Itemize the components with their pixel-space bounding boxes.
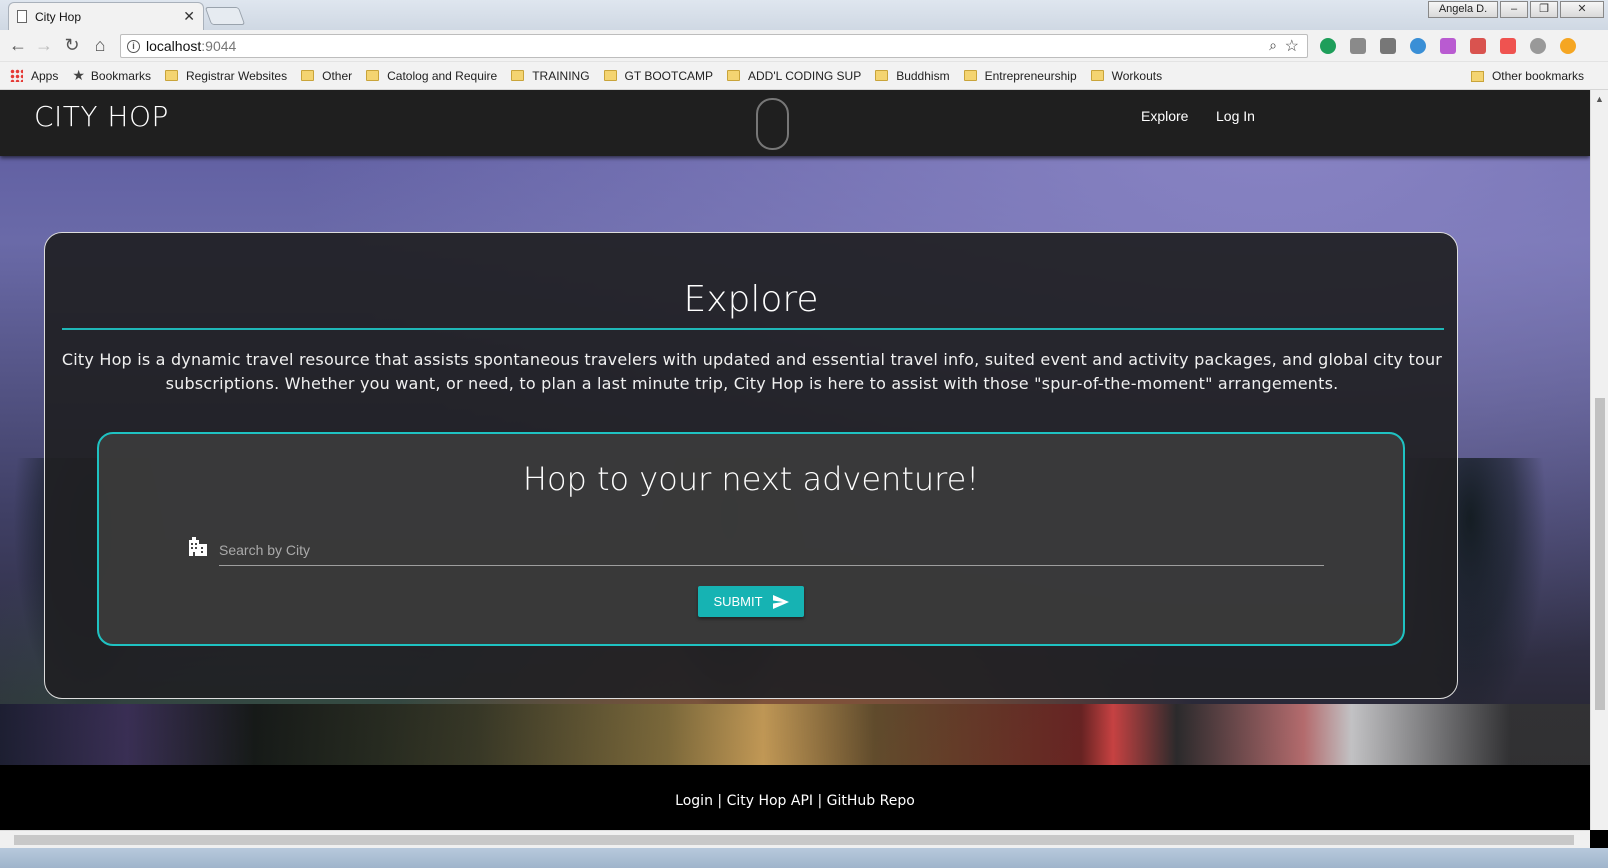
folder-icon [603,70,617,81]
extension-shop-icon[interactable] [1440,38,1456,54]
background-city-lights [0,704,1590,774]
alert-icon[interactable] [1560,38,1576,54]
title-divider [62,328,1444,330]
bookmark-folder[interactable]: Other [301,69,352,83]
search-title: Hop to your next adventure! [522,460,980,498]
star-icon: ★ [72,67,85,83]
search-card: Hop to your next adventure! SUBMIT [97,432,1405,646]
tab-title: City Hop [35,9,82,24]
bookmark-folder[interactable]: Catolog and Require [366,69,497,83]
footer-separator: | [712,793,727,809]
extension-green-icon[interactable] [1320,38,1336,54]
browser-toolbar: ← → ↻ ⌂ i localhost:9044 ⌕ ☆ [0,30,1608,62]
bookmarks-bar: Apps ★ Bookmarks Registrar Websites Other… [0,62,1608,90]
city-search-input[interactable] [219,535,1324,566]
submit-button[interactable]: SUBMIT [698,586,804,617]
maximize-button[interactable]: ❐ [1530,1,1558,18]
building-icon [189,537,207,556]
footer-separator: | [813,793,827,809]
explore-card: Explore City Hop is a dynamic travel res… [44,232,1458,699]
explore-title: Explore [683,279,819,320]
minimize-button[interactable]: – [1500,1,1528,18]
bookmark-folder[interactable]: Registrar Websites [164,69,287,83]
profile-button[interactable]: Angela D. [1428,1,1498,18]
folder-icon [164,70,178,81]
scroll-mouse-icon [756,98,789,150]
skype-icon[interactable] [1410,38,1426,54]
bookmark-bookmarks[interactable]: ★ Bookmarks [72,67,151,84]
horizontal-scroll-thumb[interactable] [14,835,1574,845]
horizontal-scrollbar[interactable] [0,830,1590,848]
url-port: :9044 [201,38,237,54]
extension-camera-icon[interactable] [1380,38,1396,54]
browser-titlebar: City Hop ✕ Angela D. – ❐ ✕ [0,0,1608,30]
address-bar[interactable]: i localhost:9044 ⌕ ☆ [120,34,1308,58]
back-icon[interactable]: ← [6,35,30,56]
bookmark-folder[interactable]: Buddhism [875,69,950,83]
nav-login-link[interactable]: Log In [1216,108,1255,124]
submit-label: SUBMIT [713,594,763,609]
folder-icon [301,70,315,81]
tab-close-icon[interactable]: ✕ [183,8,195,25]
info-icon[interactable]: i [127,39,140,53]
close-window-button[interactable]: ✕ [1560,1,1604,18]
bookmark-folder[interactable]: ADD'L CODING SUP [727,69,861,83]
reload-icon[interactable]: ↻ [60,35,84,56]
folder-icon [963,70,977,81]
extension-circle-icon[interactable] [1530,38,1546,54]
bookmark-folder[interactable]: Entrepreneurship [963,69,1077,83]
send-icon [772,594,789,609]
url-host: localhost [146,38,202,54]
footer-links: Login | City Hop API | GitHub Repo [0,793,1590,809]
bookmark-apps[interactable]: Apps [10,69,58,83]
vertical-scrollbar[interactable]: ▲ [1590,90,1608,830]
footer-login-link[interactable]: Login [675,793,713,809]
footer-github-link[interactable]: GitHub Repo [827,793,915,809]
folder-icon [1090,70,1104,81]
apps-icon [10,69,23,82]
os-taskbar [0,848,1608,868]
explore-description: City Hop is a dynamic travel resource th… [61,350,1443,393]
extension-a-icon[interactable] [1350,38,1366,54]
forward-icon[interactable]: → [32,35,56,56]
extension-arrow-icon[interactable] [1500,38,1516,54]
folder-icon [511,70,525,81]
page-viewport: CITY HOP Explore Log In Explore City Hop… [0,90,1590,848]
browser-tab[interactable]: City Hop ✕ [8,2,204,30]
extension-tools-icon[interactable] [1470,38,1486,54]
home-icon[interactable]: ⌂ [88,35,112,56]
folder-icon [875,70,889,81]
folder-icon [727,70,740,81]
nav-explore-link[interactable]: Explore [1141,108,1188,124]
vertical-scroll-thumb[interactable] [1595,398,1605,710]
bookmark-folder[interactable]: Workouts [1090,69,1162,83]
folder-icon [366,70,380,81]
scroll-up-icon[interactable]: ▲ [1595,94,1604,104]
zoom-icon[interactable]: ⌕ [1269,37,1277,54]
site-navbar: CITY HOP Explore Log In [0,90,1590,156]
document-icon [17,10,27,23]
bookmark-star-icon[interactable]: ☆ [1285,36,1299,56]
folder-icon [1470,70,1484,82]
footer-api-link[interactable]: City Hop API [727,793,813,809]
new-tab-button[interactable] [204,7,246,25]
brand-logo[interactable]: CITY HOP [34,100,169,133]
other-bookmarks[interactable]: Other bookmarks [1470,69,1584,83]
bookmark-folder[interactable]: TRAINING [511,69,590,83]
bookmark-folder[interactable]: GT BOOTCAMP [603,69,713,83]
